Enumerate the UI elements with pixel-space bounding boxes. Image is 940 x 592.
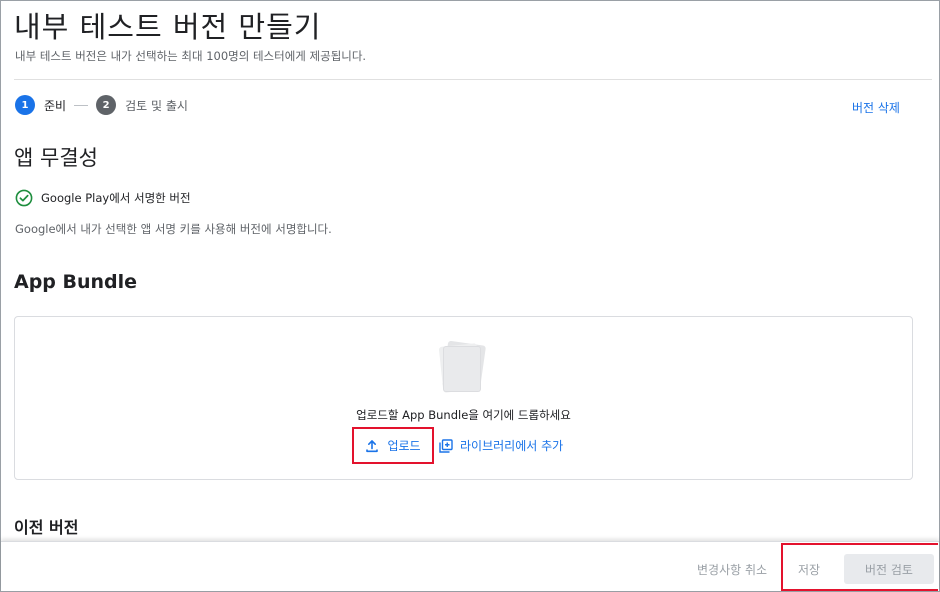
window-frame [0, 0, 940, 592]
upload-icon [366, 439, 379, 452]
drop-instructions: 업로드할 App Bundle을 여기에 드롭하세요 [356, 408, 571, 422]
step-1-label[interactable]: 준비 [44, 97, 66, 114]
upload-button[interactable]: 업로드 [352, 427, 434, 464]
save-button[interactable]: 저장 [798, 561, 820, 578]
action-footer: 변경사항 취소 저장 버전 검토 [1, 541, 939, 591]
play-signing-description: Google에서 내가 선택한 앱 서명 키를 사용해 버전에 서명합니다. [15, 222, 332, 236]
check-circle-icon [15, 189, 33, 207]
step-1-number: 1 [15, 95, 35, 115]
upload-label: 업로드 [387, 439, 421, 453]
delete-release-button[interactable]: 버전 삭제 [852, 99, 900, 116]
previous-versions-title: 이전 버전 [14, 518, 79, 537]
app-integrity-title: 앱 무결성 [14, 146, 98, 170]
release-stepper: 1 준비 2 검토 및 출시 [15, 95, 188, 115]
review-release-button[interactable]: 버전 검토 [844, 554, 934, 584]
discard-changes-button[interactable]: 변경사항 취소 [697, 561, 767, 578]
step-connector [74, 104, 89, 106]
play-signing-status: Google Play에서 서명한 버전 [15, 189, 191, 207]
library-add-icon [439, 438, 453, 453]
add-from-library-button[interactable]: 라이브러리에서 추가 [439, 437, 563, 454]
header-divider [14, 79, 932, 80]
add-from-library-label: 라이브러리에서 추가 [460, 439, 564, 453]
app-bundle-title: App Bundle [14, 271, 138, 293]
bundle-drop-zone[interactable]: 업로드할 App Bundle을 여기에 드롭하세요 업로드 라이브러리에서 추… [14, 316, 913, 480]
page-title: 내부 테스트 버전 만들기 [14, 10, 322, 44]
page-subtitle: 내부 테스트 버전은 내가 선택하는 최대 100명의 테스터에게 제공됩니다. [15, 49, 367, 63]
step-2-label[interactable]: 검토 및 출시 [125, 97, 188, 114]
document-stack-icon [438, 340, 486, 393]
step-2-number: 2 [96, 95, 117, 115]
play-signing-label: Google Play에서 서명한 버전 [41, 191, 191, 205]
